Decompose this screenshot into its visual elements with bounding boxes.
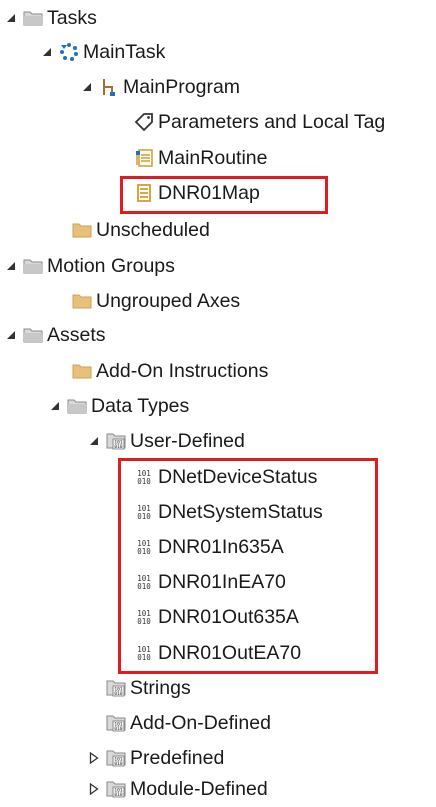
binary-datatype-icon: 101 010 [134,537,154,557]
tree-node-label: DNR01Map [158,182,260,204]
tree-node-mainprogram[interactable]: MainProgram [0,70,436,104]
svg-text:010: 010 [137,547,151,556]
tree-node-label: Add-On-Defined [130,712,271,734]
binary-datatype-icon: 101 010 [134,607,154,627]
program-icon [99,77,119,97]
routine-icon [134,183,154,203]
ladder-routine-icon [134,148,154,168]
tree-node-label: User-Defined [130,430,245,452]
tree-node-label: DNR01InEA70 [158,571,286,593]
folder-open-icon [67,396,87,416]
tree-node-label: DNR01In635A [158,536,284,558]
tree-node-unscheduled[interactable]: Unscheduled [0,213,436,247]
datatype-folder-icon: 101 010 [106,678,126,698]
collapse-triangle-icon[interactable] [87,434,101,448]
expand-triangle-icon[interactable] [87,782,101,796]
svg-text:010: 010 [137,617,151,626]
collapse-triangle-icon[interactable] [80,80,94,94]
tree-node-label: Predefined [130,747,225,769]
tree-node-label: DNR01Out635A [158,606,299,628]
datatype-folder-icon: 101 010 [106,431,126,451]
tree-node-ungrouped-axes[interactable]: Ungrouped Axes [0,284,436,318]
tree-node-udt[interactable]: 101 010 DNR01In635A [0,530,436,564]
binary-datatype-icon: 101 010 [134,643,154,663]
tree-node-strings[interactable]: 101 010 Strings [0,671,436,705]
svg-text:010: 010 [137,512,151,521]
tree-node-tasks[interactable]: Tasks [0,1,436,35]
datatype-folder-icon: 101 010 [106,748,126,768]
folder-open-icon [23,325,43,345]
tree-node-label: Strings [130,677,191,699]
expand-triangle-icon[interactable] [87,751,101,765]
tree-node-label: DNetDeviceStatus [158,466,318,488]
svg-text:010: 010 [114,444,122,450]
svg-text:010: 010 [114,792,122,798]
tree-node-label: Parameters and Local Tag [158,111,386,133]
tree-node-udt[interactable]: 101 010 DNetSystemStatus [0,495,436,529]
svg-text:010: 010 [137,582,151,591]
folder-icon [72,361,92,381]
collapse-triangle-icon[interactable] [4,328,18,342]
folder-open-icon [23,256,43,276]
svg-text:010: 010 [114,691,122,697]
datatype-folder-icon: 101 010 [106,779,126,799]
tree-node-label: MainProgram [123,76,241,98]
tree-node-label: Data Types [91,395,190,417]
collapse-triangle-icon[interactable] [4,259,18,273]
tree-node-label: Unscheduled [96,219,210,241]
tree-node-dnr01map[interactable]: DNR01Map [0,176,436,210]
tree-node-label: Tasks [47,7,97,29]
tree-node-add-on-instructions[interactable]: Add-On Instructions [0,354,436,388]
tree-node-mainroutine[interactable]: MainRoutine [0,141,436,175]
tree-node-label: Add-On Instructions [96,360,269,382]
tree-node-label: Assets [47,324,106,346]
tree-node-assets[interactable]: Assets [0,318,436,352]
tree-node-udt[interactable]: 101 010 DNR01OutEA70 [0,636,436,670]
tree-node-data-types[interactable]: Data Types [0,389,436,423]
tree-node-predefined[interactable]: 101 010 Predefined [0,741,436,775]
binary-datatype-icon: 101 010 [134,467,154,487]
folder-open-icon [23,8,43,28]
tree-node-module-defined[interactable]: 101 010 Module-Defined [0,772,436,806]
tree-node-udt[interactable]: 101 010 DNR01Out635A [0,600,436,634]
collapse-triangle-icon[interactable] [40,45,54,59]
binary-datatype-icon: 101 010 [134,572,154,592]
svg-text:010: 010 [114,761,122,767]
tree-node-udt[interactable]: 101 010 DNR01InEA70 [0,565,436,599]
tag-icon [134,112,154,132]
collapse-triangle-icon[interactable] [4,11,18,25]
tree-node-parameters[interactable]: Parameters and Local Tag [0,105,436,139]
binary-datatype-icon: 101 010 [134,502,154,522]
tree-node-add-on-defined[interactable]: 101 010 Add-On-Defined [0,706,436,740]
tree-node-label: Motion Groups [47,255,175,277]
tree-node-maintask[interactable]: MainTask [0,35,436,69]
svg-text:010: 010 [114,726,122,732]
tree-node-motion-groups[interactable]: Motion Groups [0,249,436,283]
tree-node-label: MainTask [83,41,166,63]
tree-node-label: Module-Defined [130,778,268,800]
folder-icon [72,220,92,240]
tree-node-udt[interactable]: 101 010 DNetDeviceStatus [0,460,436,494]
tree-node-label: DNetSystemStatus [158,501,323,523]
tree-node-label: MainRoutine [158,147,268,169]
continuous-task-icon [59,42,79,62]
tree-node-label: Ungrouped Axes [96,290,241,312]
collapse-triangle-icon[interactable] [48,399,62,413]
datatype-folder-icon: 101 010 [106,713,126,733]
svg-text:010: 010 [137,477,151,486]
svg-text:010: 010 [137,653,151,662]
tree-node-user-defined[interactable]: 101 010 User-Defined [0,424,436,458]
tree-node-label: DNR01OutEA70 [158,642,302,664]
folder-icon [72,291,92,311]
